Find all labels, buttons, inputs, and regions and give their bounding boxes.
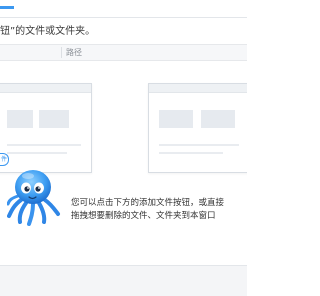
file-shredder-panel: 钮”的文件或文件夹。 路径 件 您可以点击下方的添加文件按钮，或直接 拖拽想要删… [0,0,247,296]
illustration-window-left [0,83,92,173]
empty-state-line-2: 拖拽想要删除的文件、文件夹到本窗口 [71,211,216,221]
top-toolbar-strip [0,0,247,18]
empty-state-message: 您可以点击下方的添加文件按钮，或直接 拖拽想要删除的文件、文件夹到本窗口 [71,197,247,223]
tab-indicator [0,6,14,9]
bottom-action-bar [0,265,247,296]
illustration-window-right [148,83,247,173]
illustration-line [159,144,239,146]
illustration-titlebar [149,84,247,93]
illustration-line [7,152,67,154]
instruction-text: 钮”的文件或文件夹。 [0,26,96,37]
illustration-line [159,152,223,154]
illustration-block [7,110,33,128]
illustration-line [7,144,81,146]
octopus-mascot-icon [7,170,60,226]
column-separator [61,47,62,58]
file-list-header: 路径 [0,44,247,61]
empty-state-line-1: 您可以点击下方的添加文件按钮，或直接 [71,198,225,208]
illustration-block [39,110,69,128]
illustration-block [159,110,193,128]
illustration-titlebar [0,84,91,93]
column-header-path[interactable]: 路径 [66,46,82,59]
illustration-block [201,110,235,128]
